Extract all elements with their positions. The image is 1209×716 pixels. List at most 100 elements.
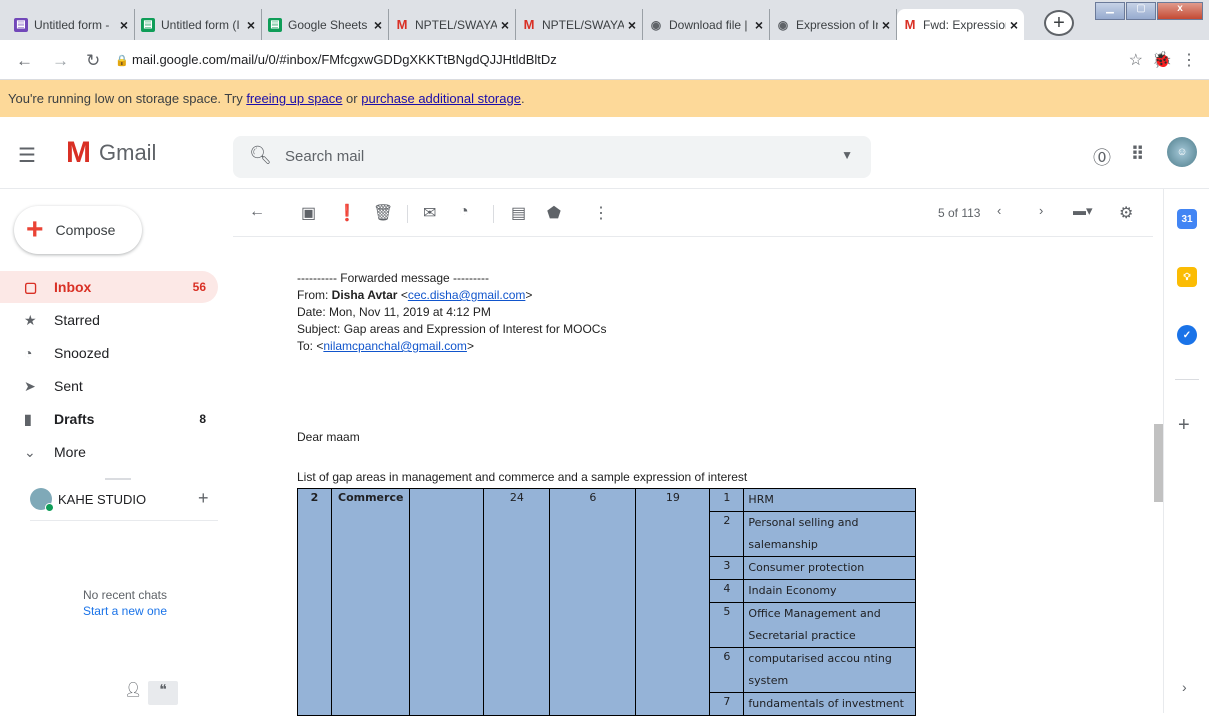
new-chat-plus-icon[interactable]: + bbox=[198, 488, 209, 509]
table-cell: 5 bbox=[709, 602, 745, 648]
bookmark-star-icon[interactable]: ☆ bbox=[1129, 50, 1143, 70]
hangouts-user[interactable]: KAHE STUDIO bbox=[30, 488, 147, 512]
back-to-inbox-icon[interactable]: ← bbox=[249, 203, 265, 221]
from-label: From: bbox=[297, 288, 332, 302]
close-tab-icon[interactable]: × bbox=[501, 17, 509, 33]
freeing-up-space-link[interactable]: freeing up space bbox=[246, 91, 342, 106]
forms-icon: ▤ bbox=[14, 17, 28, 32]
keep-icon[interactable]: 💡︎ bbox=[1177, 267, 1197, 287]
back-arrow-icon[interactable]: ← bbox=[16, 51, 33, 71]
address-bar: ← → ↻ 🔒 mail.google.com/mail/u/0/#inbox/… bbox=[0, 40, 1209, 80]
table-cell: 1 bbox=[709, 488, 745, 512]
settings-gear-icon[interactable]: ⚙ bbox=[1119, 203, 1133, 223]
list-title: List of gap areas in management and comm… bbox=[297, 470, 748, 484]
new-tab-button[interactable]: + bbox=[1044, 10, 1074, 36]
label-icon[interactable]: ⬟ bbox=[547, 203, 561, 223]
report-spam-icon[interactable]: ❗ bbox=[337, 203, 357, 223]
search-box[interactable]: 🔍︎ Search mail ▼ bbox=[233, 136, 871, 178]
search-options-icon[interactable]: ▼ bbox=[841, 148, 853, 162]
from-email-link[interactable]: cec.disha@gmail.com bbox=[408, 288, 526, 302]
sidebar-item-starred[interactable]: ★ Starred bbox=[0, 304, 218, 336]
browser-menu-icon[interactable]: ⋮ bbox=[1181, 50, 1197, 70]
compose-button[interactable]: + Compose bbox=[14, 206, 142, 254]
table-cell: Consumer protection bbox=[743, 556, 917, 580]
forwarded-header: ---------- Forwarded message --------- bbox=[297, 271, 489, 285]
more-options-icon[interactable]: ⋮ bbox=[593, 203, 609, 223]
browser-tab[interactable]: ◉ Download file | × bbox=[643, 9, 770, 40]
close-tab-icon[interactable]: × bbox=[1010, 17, 1018, 33]
url-field[interactable]: mail.google.com/mail/u/0/#inbox/FMfcgxwG… bbox=[132, 52, 557, 67]
gmail-icon: M bbox=[523, 17, 535, 32]
hangouts-user-name: KAHE STUDIO bbox=[58, 491, 147, 507]
calendar-icon[interactable]: 31 bbox=[1177, 209, 1197, 229]
move-to-icon[interactable]: ▤ bbox=[511, 203, 526, 223]
sidebar-item-label: Drafts bbox=[54, 411, 95, 427]
table-cell: 7 bbox=[709, 692, 745, 716]
help-icon[interactable]: ⓪ bbox=[1093, 144, 1111, 170]
browser-tab[interactable]: ▤ Untitled form - × bbox=[8, 9, 135, 40]
main-menu-icon[interactable]: ☰ bbox=[18, 143, 36, 168]
browser-tab[interactable]: M NPTEL/SWAYAM × bbox=[389, 9, 516, 40]
sidebar-item-label: More bbox=[54, 444, 86, 460]
browser-title-bar: ▤ Untitled form - × ▤ Untitled form (I × ▤ Goog… bbox=[0, 0, 1209, 40]
reload-icon[interactable]: ↻ bbox=[86, 51, 100, 71]
older-chevron-icon[interactable]: › bbox=[1039, 203, 1043, 218]
table-cell: 2 bbox=[709, 511, 745, 557]
close-tab-icon[interactable]: × bbox=[755, 17, 763, 33]
contacts-icon[interactable]: 👤︎ bbox=[118, 681, 148, 705]
minimize-button[interactable]: ▁ bbox=[1095, 2, 1125, 20]
mark-unread-icon[interactable]: ✉ bbox=[423, 203, 436, 223]
send-icon: ➤ bbox=[24, 377, 36, 394]
to-line: To: <nilamcpanchal@gmail.com> bbox=[297, 339, 474, 353]
from-line: From: Disha Avtar <cec.disha@gmail.com> bbox=[297, 288, 533, 302]
search-icon[interactable]: 🔍︎ bbox=[249, 145, 272, 166]
online-status-dot bbox=[45, 503, 54, 512]
hangouts-avatar bbox=[30, 488, 54, 512]
tasks-icon[interactable]: ✓ bbox=[1177, 325, 1197, 345]
input-tools-icon[interactable]: ▬▾ bbox=[1073, 203, 1093, 219]
tab-title: Fwd: Expression bbox=[923, 17, 1006, 32]
gmail-m-icon: M bbox=[66, 136, 91, 169]
close-tab-icon[interactable]: × bbox=[120, 17, 128, 33]
star-icon: ★ bbox=[24, 311, 37, 328]
draft-icon: ▮ bbox=[24, 410, 32, 427]
lock-icon[interactable]: 🔒 bbox=[115, 54, 129, 67]
get-addons-plus-icon[interactable]: + bbox=[1178, 414, 1190, 437]
browser-tab[interactable]: ▤ Google Sheets × bbox=[262, 9, 389, 40]
maximize-button[interactable]: ▢ bbox=[1126, 2, 1156, 20]
start-new-chat-link[interactable]: Start a new one bbox=[0, 603, 250, 619]
sidebar-item-snoozed[interactable]: ◔ Snoozed bbox=[0, 337, 218, 369]
forward-arrow-icon[interactable]: → bbox=[52, 51, 69, 71]
search-input[interactable]: Search mail bbox=[285, 148, 364, 165]
browser-tab[interactable]: ◉ Expression of Ir × bbox=[770, 9, 897, 40]
newer-chevron-icon[interactable]: ‹ bbox=[997, 203, 1001, 218]
close-window-button[interactable]: x bbox=[1157, 2, 1203, 20]
sheets-icon: ▤ bbox=[141, 17, 155, 32]
banner-text: You're running low on storage space. Try bbox=[8, 91, 247, 106]
to-email-link[interactable]: nilamcpanchal@gmail.com bbox=[323, 339, 467, 353]
archive-icon[interactable]: ▣ bbox=[301, 203, 316, 223]
close-tab-icon[interactable]: × bbox=[628, 17, 636, 33]
close-tab-icon[interactable]: × bbox=[882, 17, 890, 33]
side-panel: 31 💡︎ ✓ + › bbox=[1163, 189, 1209, 713]
purchase-storage-link[interactable]: purchase additional storage bbox=[361, 91, 521, 106]
snooze-icon[interactable]: ◔ bbox=[459, 203, 469, 221]
delete-icon[interactable]: 🗑︎ bbox=[373, 203, 393, 223]
apps-grid-icon[interactable]: ⠿ bbox=[1131, 144, 1144, 165]
account-avatar[interactable]: ☺ bbox=[1167, 137, 1197, 167]
extension-icon[interactable]: 🐞 bbox=[1152, 50, 1172, 70]
expand-panel-chevron-icon[interactable]: › bbox=[1182, 679, 1187, 695]
sidebar-item-sent[interactable]: ➤ Sent bbox=[0, 370, 218, 402]
browser-tab[interactable]: ▤ Untitled form (I × bbox=[135, 9, 262, 40]
sidebar-item-drafts[interactable]: ▮ Drafts 8 bbox=[0, 403, 218, 435]
hangouts-icon[interactable]: ❝ bbox=[148, 681, 178, 705]
close-tab-icon[interactable]: × bbox=[247, 17, 255, 33]
close-tab-icon[interactable]: × bbox=[374, 17, 382, 33]
browser-tab[interactable]: M Fwd: Expression × bbox=[897, 9, 1024, 40]
browser-tab[interactable]: M NPTEL/SWAYAM × bbox=[516, 9, 643, 40]
toolbar-divider bbox=[407, 205, 408, 223]
sidebar-item-more[interactable]: ⌄ More bbox=[0, 436, 218, 468]
table-cell: 6 bbox=[549, 488, 637, 716]
sidebar-item-inbox[interactable]: ▢ Inbox 56 bbox=[0, 271, 218, 303]
gmail-logo[interactable]: M Gmail bbox=[66, 136, 156, 169]
